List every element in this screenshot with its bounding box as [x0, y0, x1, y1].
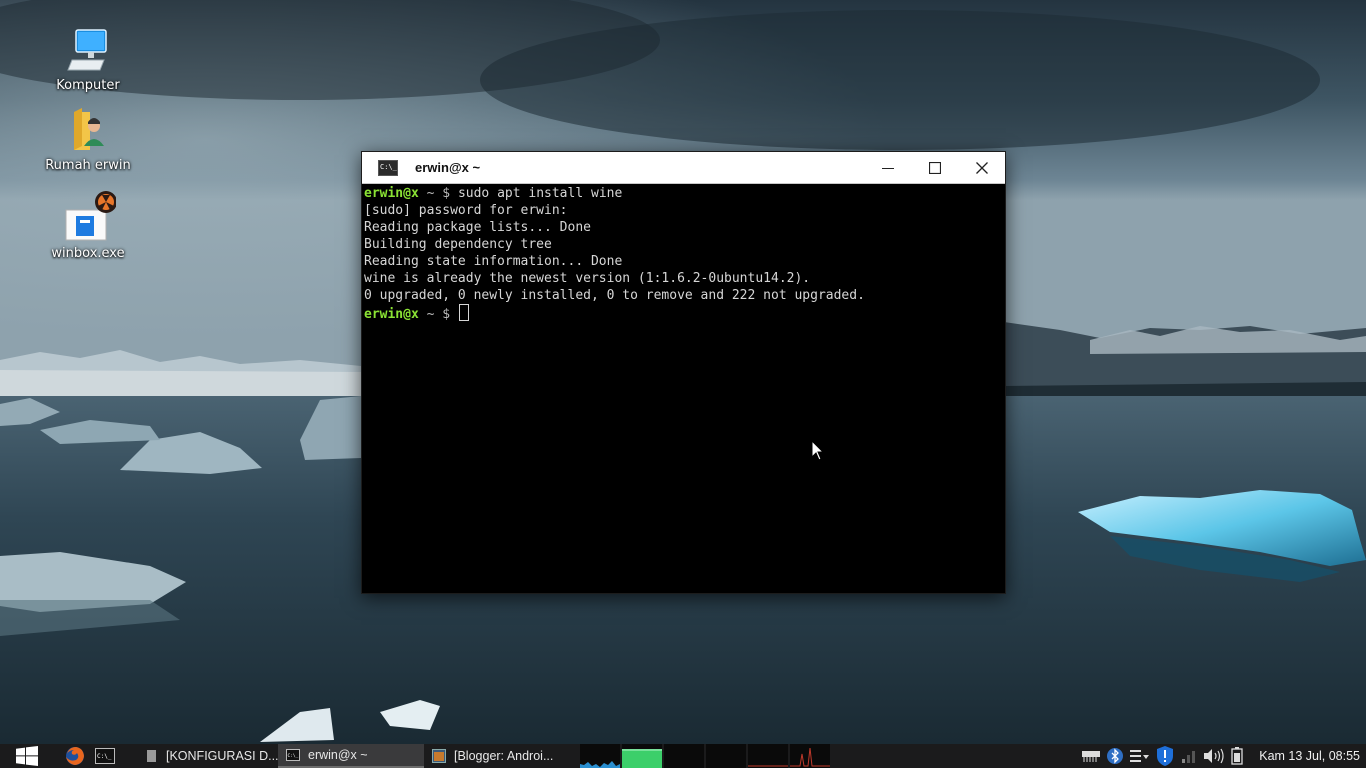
battery-icon	[1231, 747, 1243, 765]
battery-tray[interactable]	[1225, 744, 1249, 768]
menu-tray[interactable]	[1127, 744, 1153, 768]
prompt-user: erwin@x	[364, 307, 419, 322]
network-cable-tray[interactable]	[1079, 744, 1103, 768]
browser-window-icon	[432, 749, 446, 763]
memory-graph	[622, 744, 662, 768]
terminal-line: [sudo] password for erwin:	[364, 203, 568, 218]
list-menu-icon	[1130, 750, 1150, 762]
network-graph	[664, 744, 704, 768]
terminal-line: Reading package lists... Done	[364, 220, 591, 235]
prompt-path: ~ $	[426, 186, 451, 201]
temperature-graph	[790, 744, 830, 768]
disk-graph	[706, 744, 746, 768]
volume-tray[interactable]	[1201, 744, 1225, 768]
terminal-line: Reading state information... Done	[364, 254, 623, 269]
bluetooth-icon	[1107, 748, 1124, 764]
prompt-user: erwin@x	[364, 186, 419, 201]
maximize-icon	[929, 161, 941, 174]
terminal-line-prompt: erwin@x ~ $	[364, 304, 1003, 323]
clock[interactable]: Kam 13 Jul, 08:55	[1249, 749, 1366, 763]
maximize-button[interactable]	[912, 152, 958, 183]
mouse-pointer-icon	[811, 440, 825, 461]
windows-logo-icon	[16, 746, 38, 766]
svg-text:C:\_: C:\_	[288, 753, 299, 759]
wine-exe-icon	[64, 190, 117, 242]
terminal-window[interactable]: C:\_ erwin@x ~ erwin@x ~ $ sudo apt inst…	[361, 151, 1006, 594]
firefox-icon	[66, 747, 84, 765]
close-icon	[976, 161, 988, 174]
home-folder-icon	[64, 106, 112, 154]
task-terminal[interactable]: C:\_ erwin@x ~	[278, 744, 424, 768]
desktop-icon-rumah-erwin[interactable]: Rumah erwin	[33, 106, 143, 173]
terminal-line: 0 upgraded, 0 newly installed, 0 to remo…	[364, 288, 865, 303]
system-tray: Kam 13 Jul, 08:55	[1079, 744, 1366, 768]
task-konfigurasi[interactable]: [KONFIGURASI D...	[136, 744, 278, 768]
terminal-launcher[interactable]: C:\_	[90, 744, 120, 768]
bluetooth-tray[interactable]	[1103, 744, 1127, 768]
desktop-icon-label: Komputer	[56, 78, 120, 93]
desktop-icon-label: winbox.exe	[51, 246, 125, 261]
svg-text:C:\_: C:\_	[97, 753, 112, 760]
minimize-icon	[882, 167, 894, 169]
minimize-button[interactable]	[865, 152, 911, 183]
desktop-icon-label: Rumah erwin	[45, 158, 131, 173]
terminal-app-icon: C:\_	[378, 159, 398, 176]
taskbar: C:\_ [KONFIGURASI D... C:\_ erwin@x ~ [B…	[0, 744, 1366, 768]
task-blogger[interactable]: [Blogger: Androi...	[424, 744, 574, 768]
close-button[interactable]	[959, 152, 1005, 183]
task-label: erwin@x ~	[308, 748, 368, 762]
terminal-output[interactable]: erwin@x ~ $ sudo apt install wine [sudo] …	[362, 184, 1005, 324]
terminal-icon: C:\_	[95, 748, 115, 764]
signal-strength-icon	[1182, 751, 1196, 763]
start-menu-button[interactable]	[0, 744, 54, 768]
window-titlebar[interactable]: C:\_ erwin@x ~	[362, 152, 1005, 184]
terminal-line-command: erwin@x ~ $ sudo apt install wine	[364, 185, 1003, 202]
desktop-icon-komputer[interactable]: Komputer	[33, 26, 143, 93]
system-monitor-graphs[interactable]	[580, 744, 832, 768]
shield-alert-icon	[1157, 746, 1174, 766]
text-cursor	[458, 304, 469, 321]
terminal-icon: C:\_	[286, 749, 300, 761]
window-title: erwin@x ~	[415, 160, 481, 175]
prompt-path: ~ $	[426, 307, 451, 322]
desktop-icon-winbox[interactable]: winbox.exe	[33, 190, 143, 261]
document-icon	[147, 750, 156, 762]
ethernet-icon	[1082, 751, 1101, 762]
signal-tray[interactable]	[1177, 744, 1201, 768]
terminal-line: Building dependency tree	[364, 237, 552, 252]
terminal-command: sudo apt install wine	[457, 186, 623, 201]
load-graph	[748, 744, 788, 768]
volume-icon	[1204, 748, 1224, 764]
task-label: [Blogger: Androi...	[454, 749, 554, 763]
security-alert-tray[interactable]	[1153, 744, 1177, 768]
firefox-launcher[interactable]	[60, 744, 90, 768]
cpu-graph	[580, 744, 620, 768]
task-label: [KONFIGURASI D...	[166, 749, 278, 763]
terminal-line: wine is already the newest version (1:1.…	[364, 271, 811, 286]
computer-icon	[64, 26, 112, 74]
